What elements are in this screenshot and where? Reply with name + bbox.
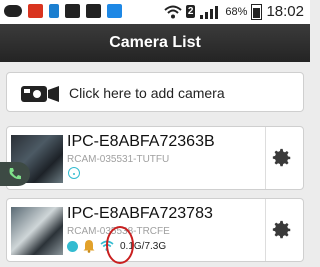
- camera-list-item[interactable]: IPC-E8ABFA723783 RCAM-035538-TRCFE 0.1G/…: [6, 198, 304, 262]
- gear-icon[interactable]: [271, 147, 293, 169]
- add-camera-label: Click here to add camera: [69, 85, 225, 101]
- call-button[interactable]: [0, 162, 30, 186]
- divider: [265, 199, 266, 261]
- wifi-icon: [164, 5, 182, 18]
- battery-percent: 68%: [225, 5, 248, 18]
- divider: [265, 127, 266, 189]
- page-title: Camera List: [0, 24, 310, 62]
- signal-icon: [200, 5, 219, 19]
- add-camera-button[interactable]: Click here to add camera: [6, 72, 304, 112]
- battery-icon: [251, 3, 263, 20]
- media-icon: [107, 4, 122, 18]
- alarm-bell-icon: [83, 240, 95, 253]
- camera-name: IPC-E8ABFA72363B: [67, 133, 215, 150]
- online-status-icon: [67, 240, 78, 252]
- status-bar: 2 68% 18:02: [0, 0, 310, 24]
- camera-list-item[interactable]: IPC-E8ABFA72363B RCAM-035531-TUTFU: [6, 126, 304, 190]
- camera-uid: RCAM-035531-TUTFU: [67, 154, 170, 165]
- phone-icon: [49, 4, 59, 18]
- clock: 18:02: [266, 3, 304, 20]
- camera-thumbnail: [11, 207, 63, 255]
- annotation-circle: [106, 226, 134, 264]
- wifi-status-icon: [68, 167, 80, 179]
- notification-icons: [4, 4, 122, 18]
- phone-call-icon: [9, 168, 21, 180]
- video-icon: [86, 4, 101, 18]
- camera-name: IPC-E8ABFA723783: [67, 205, 213, 222]
- chat-icon: [4, 5, 22, 17]
- app-icon: [28, 4, 43, 18]
- gear-icon[interactable]: [271, 219, 293, 241]
- sim-indicator: 2: [185, 5, 196, 18]
- camera-icon: [21, 86, 59, 102]
- image-icon: [65, 4, 80, 18]
